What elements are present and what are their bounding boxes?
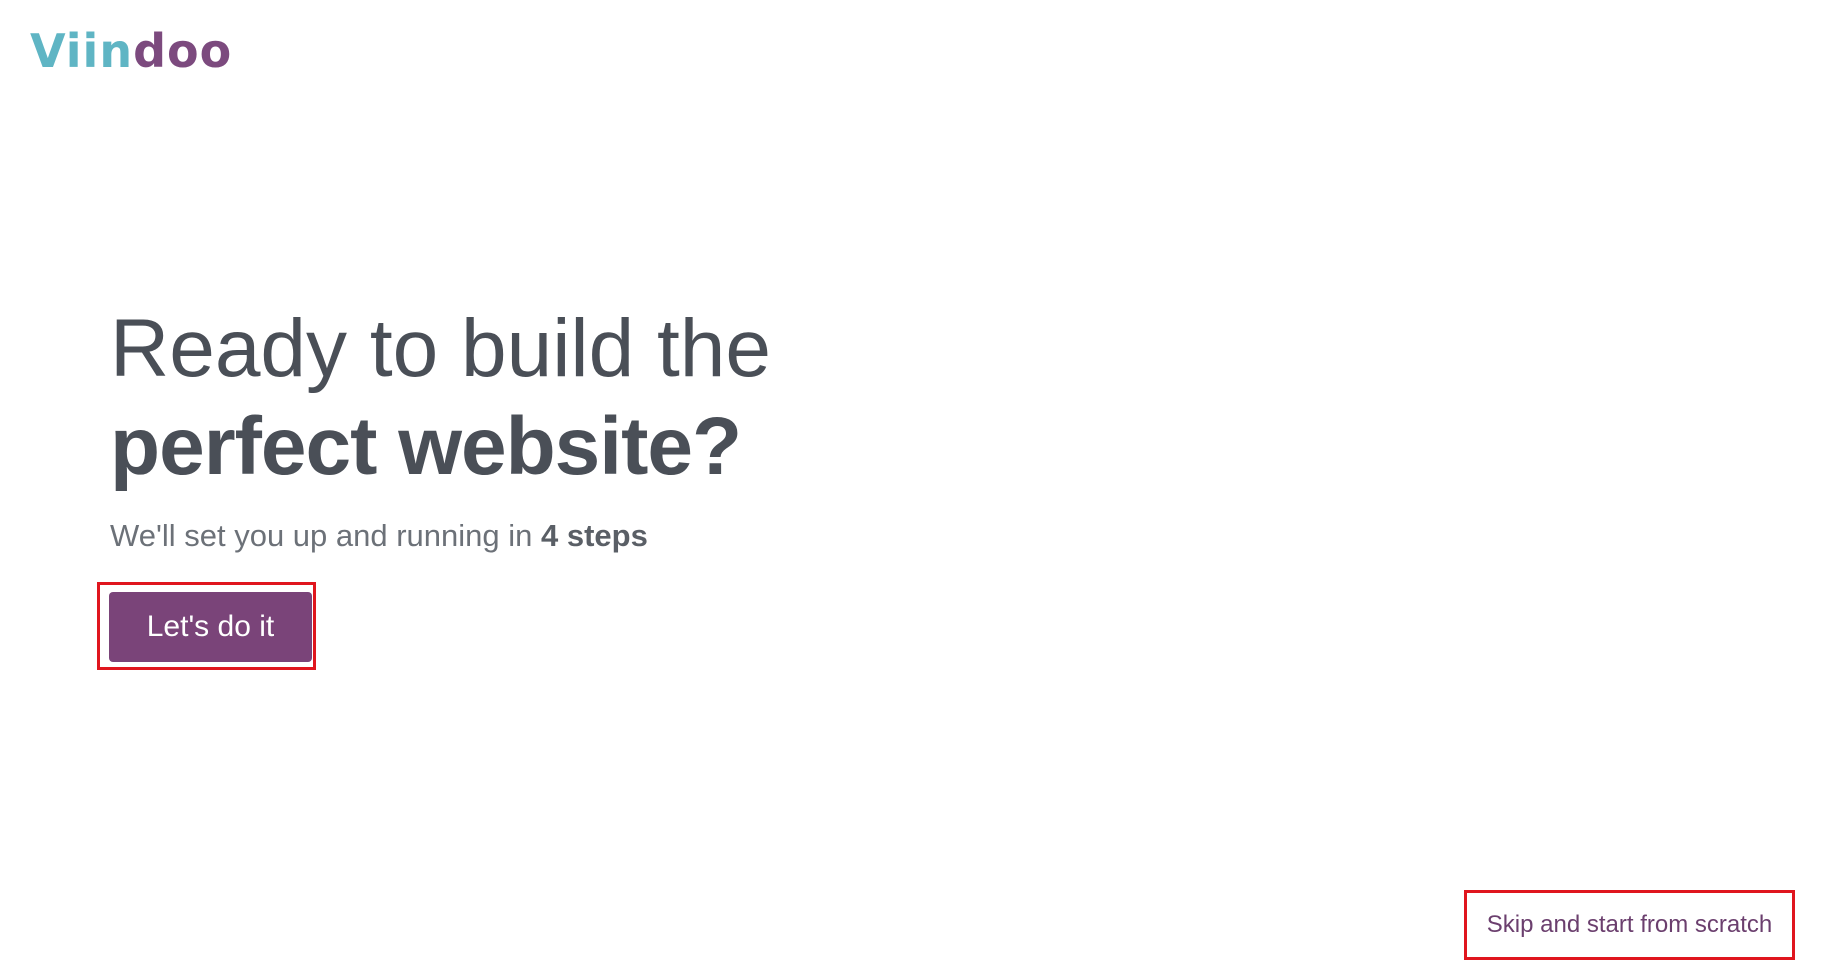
hero-subtitle-steps: 4 steps	[541, 518, 648, 553]
skip-and-start-from-scratch-link[interactable]: Skip and start from scratch	[1464, 890, 1795, 960]
logo-part-doo: doo	[133, 24, 233, 78]
website-onboarding-page: Viindoo Ready to build the perfect websi…	[0, 0, 1843, 964]
hero-subtitle: We'll set you up and running in 4 steps	[110, 518, 771, 554]
hero-title-line1: Ready to build the	[110, 303, 772, 394]
hero-subtitle-prefix: We'll set you up and running in	[110, 518, 542, 553]
hero-title-line2: perfect website?	[110, 401, 742, 492]
hero-section: Ready to build the perfect website? We'l…	[110, 300, 771, 554]
lets-do-it-button[interactable]: Let's do it	[109, 592, 312, 662]
viindoo-logo: Viindoo	[30, 28, 232, 74]
logo-part-viin: Viin	[30, 24, 134, 78]
